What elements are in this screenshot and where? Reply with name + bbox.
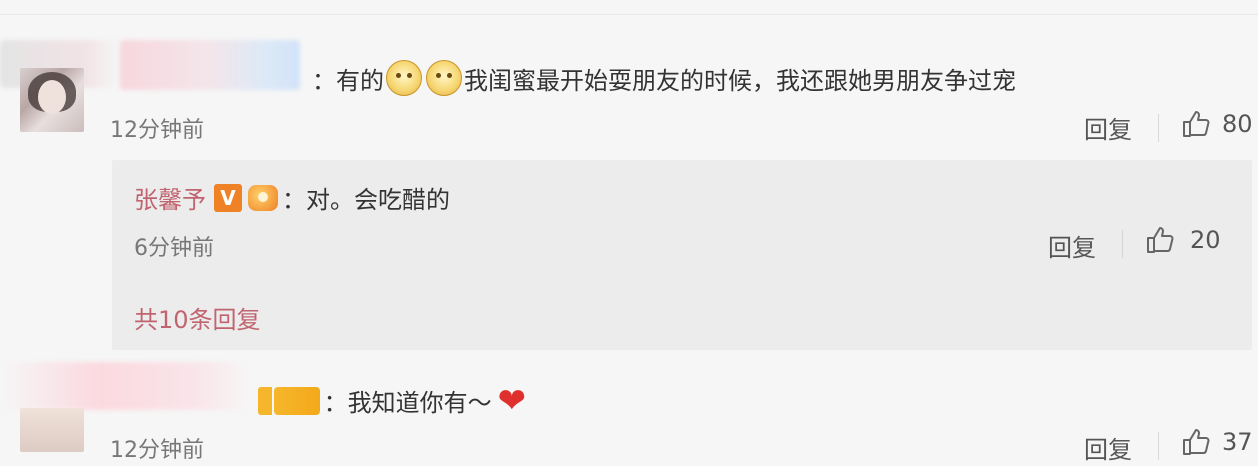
divider — [1158, 114, 1159, 142]
thumbs-up-icon — [1183, 111, 1210, 137]
reply-button[interactable]: 回复 — [1084, 430, 1132, 465]
divider — [1122, 230, 1123, 258]
verified-v-badge-icon: V — [214, 183, 242, 212]
comment-text-prefix: ：有的 — [312, 66, 384, 95]
fan-badge-icon — [274, 386, 320, 415]
reply-text: ：对。会吃醋的 — [282, 186, 450, 214]
comment-text: ：我知道你有～ ❤ — [258, 383, 526, 418]
comment-time: 12分钟前 — [110, 438, 204, 463]
blurred-username — [0, 362, 250, 410]
divider — [1158, 432, 1159, 460]
reply-line: 张馨予 V ：对。会吃醋的 — [134, 180, 450, 215]
like-count: 37 — [1222, 428, 1253, 456]
like-button[interactable]: 37 — [1180, 426, 1253, 458]
like-count: 20 — [1190, 226, 1221, 254]
like-count: 80 — [1222, 110, 1253, 138]
reply-thread: 张馨予 V ：对。会吃醋的 6分钟前 回复 20 共10条回复 — [112, 160, 1252, 350]
reply-username[interactable]: 张馨予 — [134, 180, 206, 215]
thumbs-up-icon — [1183, 429, 1210, 455]
like-button[interactable]: 80 — [1180, 108, 1253, 140]
dog-emoji-icon — [386, 60, 422, 96]
avatar[interactable] — [20, 68, 84, 132]
top-divider — [0, 14, 1258, 15]
thumbs-up-icon — [1147, 227, 1174, 253]
reply-time: 6分钟前 — [134, 236, 214, 261]
comment-time: 12分钟前 — [110, 118, 204, 143]
like-button[interactable]: 20 — [1144, 224, 1221, 256]
fan-badge-icon — [258, 386, 272, 415]
view-all-replies-link[interactable]: 共10条回复 — [134, 300, 261, 335]
comment-text-body: 我闺蜜最开始耍朋友的时候，我还跟她男朋友争过宠 — [464, 66, 1016, 95]
comment-text: ：有的 我闺蜜最开始耍朋友的时候，我还跟她男朋友争过宠 — [312, 60, 1016, 96]
reply-button[interactable]: 回复 — [1084, 110, 1132, 145]
reply-button[interactable]: 回复 — [1048, 228, 1096, 263]
comment-text-body: ：我知道你有～ — [323, 389, 492, 417]
heart-icon: ❤ — [497, 380, 527, 421]
level-badge-icon — [248, 184, 278, 211]
avatar[interactable] — [20, 408, 84, 452]
dog-emoji-icon — [426, 60, 462, 96]
blurred-username — [120, 40, 300, 90]
